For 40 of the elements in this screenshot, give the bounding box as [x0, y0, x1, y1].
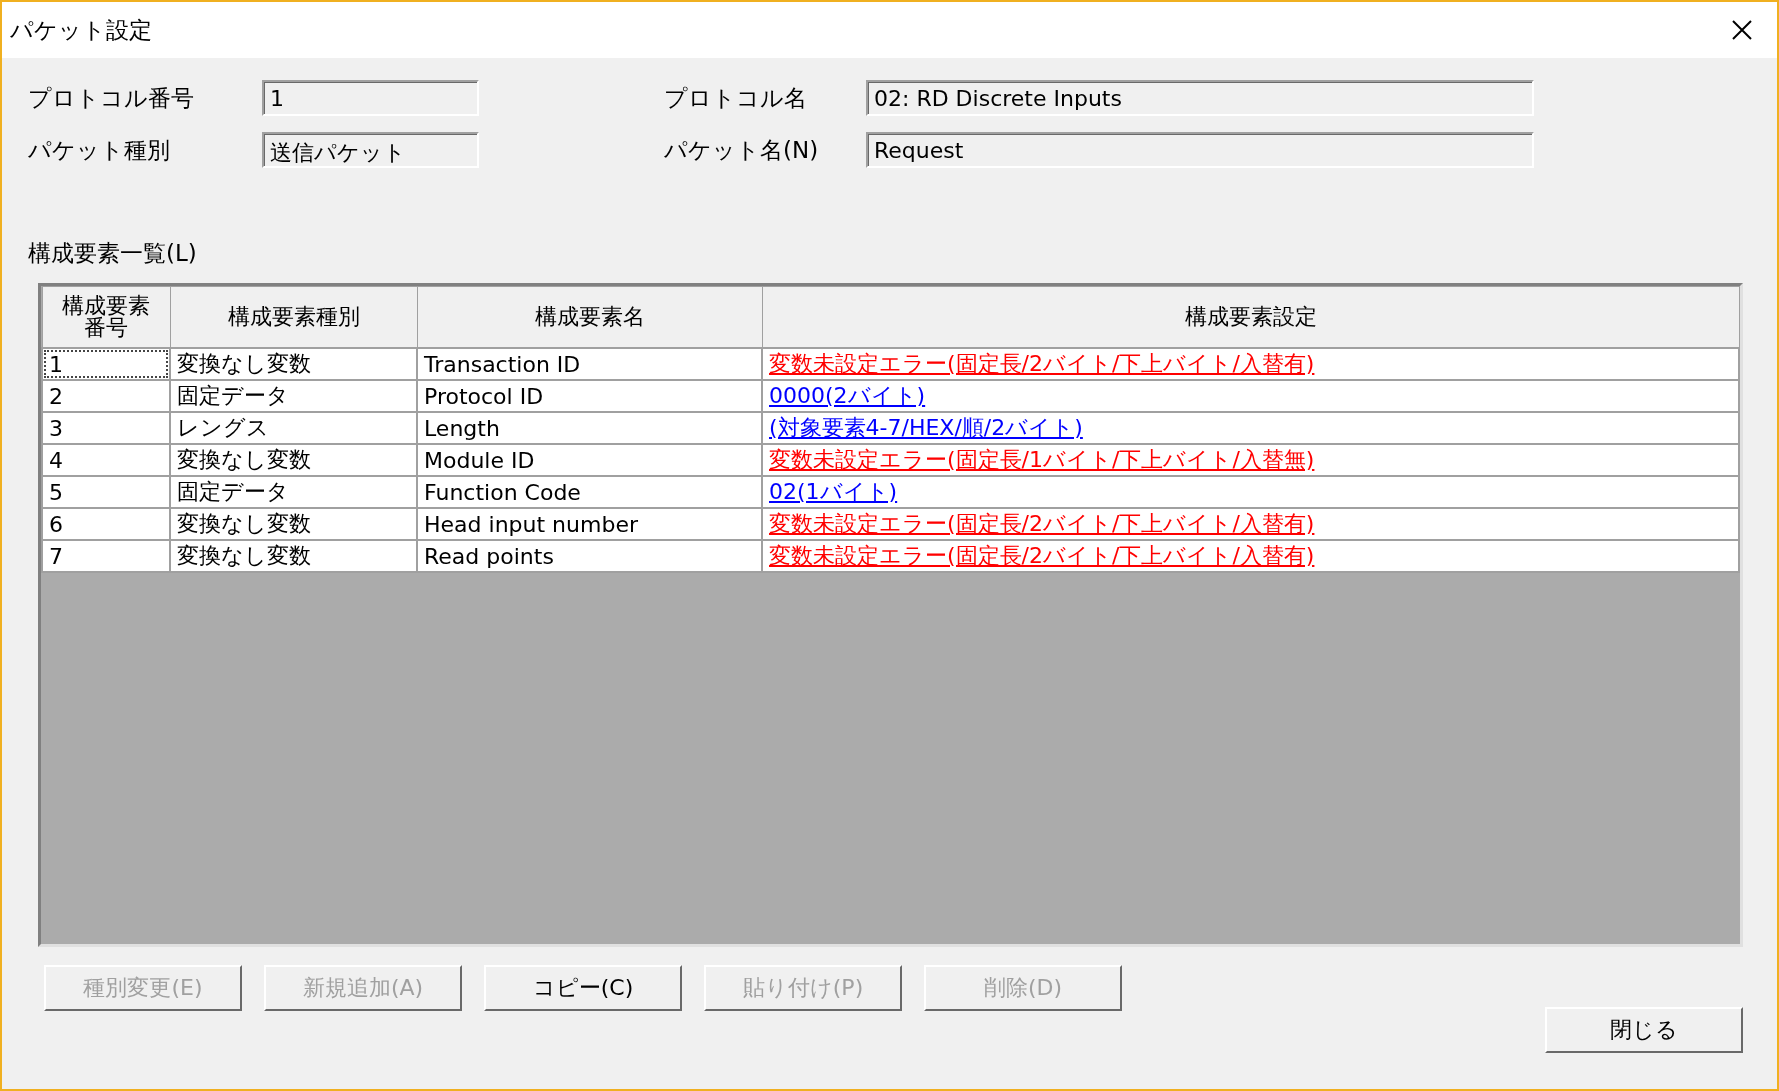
field-label: パケット名(N) [664, 135, 820, 165]
text-field[interactable]: 02: RD Discrete Inputs [866, 80, 1534, 116]
table-cell: 固定データ [170, 380, 417, 412]
field-label: パケット種別 [28, 135, 171, 165]
text-field[interactable]: 1 [262, 80, 479, 116]
table-cell: 4 [42, 444, 170, 476]
field-label: プロトコル番号 [28, 83, 195, 113]
column-header[interactable]: 構成要素設定 [762, 286, 1739, 348]
text-field[interactable]: Request [866, 132, 1534, 168]
table-cell: Module ID [417, 444, 762, 476]
table-cell: 2 [42, 380, 170, 412]
table-cell: Function Code [417, 476, 762, 508]
table-cell: 変換なし変数 [170, 508, 417, 540]
setting-link[interactable]: 0000(2バイト) [769, 383, 926, 408]
column-header[interactable]: 構成要素番号 [42, 286, 170, 348]
table-cell: Length [417, 412, 762, 444]
table-cell: 3 [42, 412, 170, 444]
table-cell: 1 [42, 348, 170, 380]
list-label: 構成要素一覧(L) [28, 239, 197, 268]
text-field[interactable]: 送信パケット [262, 132, 479, 168]
table-cell: Read points [417, 540, 762, 572]
table-cell: 変換なし変数 [170, 348, 417, 380]
column-header[interactable]: 構成要素名 [417, 286, 762, 348]
window-title: パケット設定 [10, 15, 152, 45]
table-cell: 6 [42, 508, 170, 540]
action-button[interactable]: コピー(C) [484, 965, 682, 1011]
table-cell: Head input number [417, 508, 762, 540]
table-cell: 7 [42, 540, 170, 572]
table-cell: Protocol ID [417, 380, 762, 412]
table-cell: 5 [42, 476, 170, 508]
column-header[interactable]: 構成要素種別 [170, 286, 417, 348]
table-cell: レングス [170, 412, 417, 444]
close-icon[interactable] [1731, 19, 1753, 41]
table-cell: Transaction ID [417, 348, 762, 380]
table-cell: 変換なし変数 [170, 540, 417, 572]
table-cell: 固定データ [170, 476, 417, 508]
field-label: プロトコル名 [664, 83, 808, 113]
close-button[interactable]: 閉じる [1545, 1007, 1743, 1053]
setting-link[interactable]: 02(1バイト) [769, 479, 898, 504]
table-cell: 変換なし変数 [170, 444, 417, 476]
